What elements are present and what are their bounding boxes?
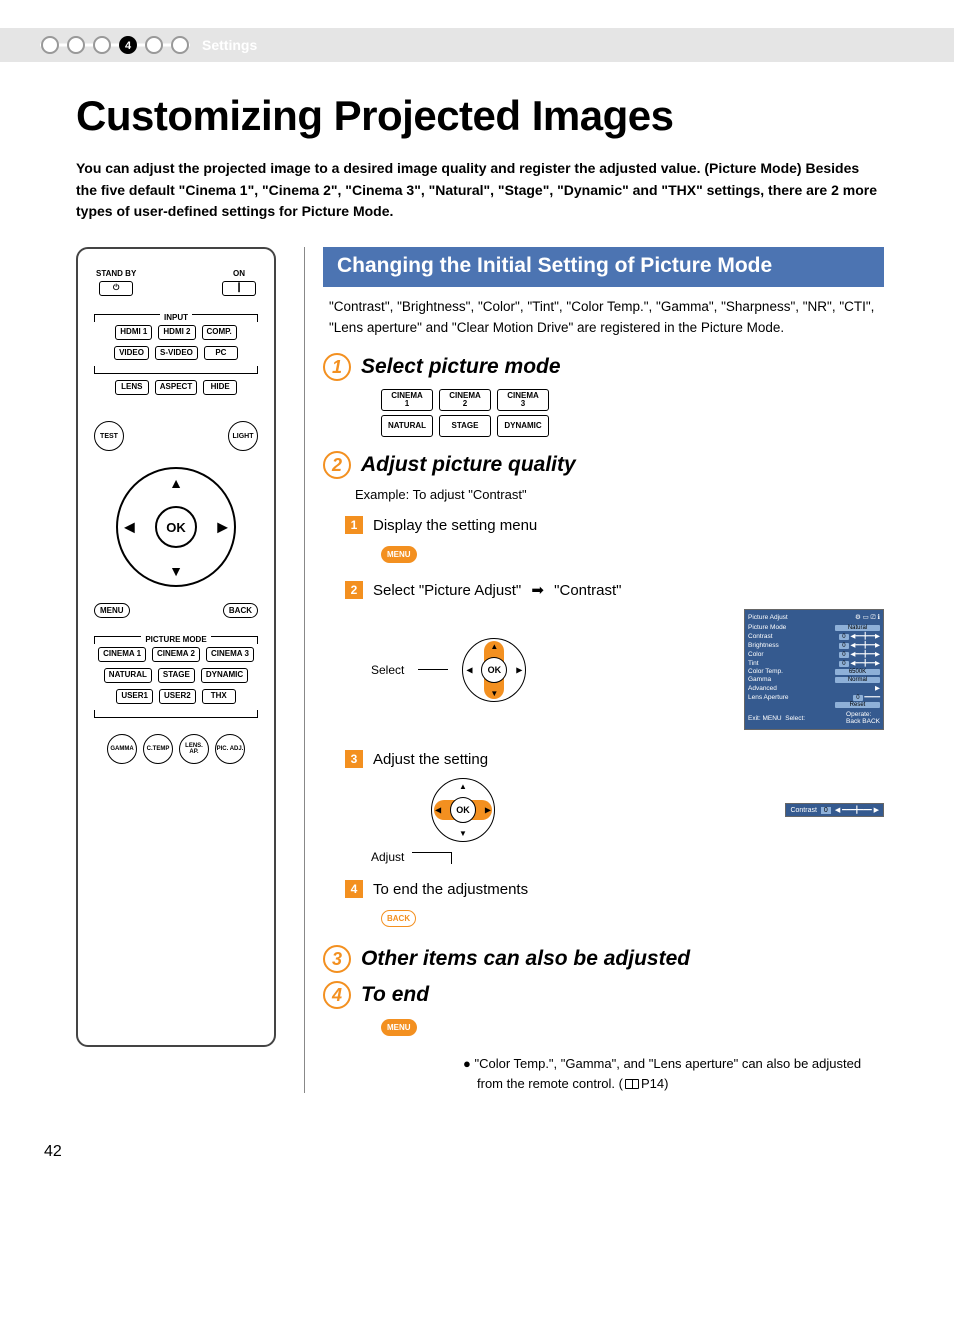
osd-picture-adjust: Picture Adjust⚙ ▭ ⎚ ℹ Picture ModeNatura… xyxy=(744,609,884,730)
mini-dpad-vert: ▲▼◀▶ OK xyxy=(462,638,526,702)
mode-btn-cinema-1: CINEMA1 xyxy=(381,389,433,411)
ok-button: OK xyxy=(155,506,197,548)
section-label: Settings xyxy=(202,37,257,53)
mode-buttons: CINEMA1 CINEMA2 CINEMA3 NATURAL STAGE DYNAMI… xyxy=(381,389,884,437)
substep-3: 3 Adjust the setting xyxy=(345,750,884,768)
mini-dpad-horiz: ▲▼◀▶ OK xyxy=(431,778,495,842)
remote-round-gamma: GAMMA xyxy=(107,734,137,764)
select-label: Select xyxy=(371,663,404,677)
section-heading: Changing the Initial Setting of Picture … xyxy=(323,247,884,287)
right-arrow-icon: ▶ xyxy=(217,519,228,536)
step-2: 2 Adjust picture quality xyxy=(323,451,884,479)
svg-text:4: 4 xyxy=(125,40,132,52)
picture-mode-label: PICTURE MODE xyxy=(141,635,210,644)
chapter-chain-icon: 4 xyxy=(40,35,190,55)
mode-btn-natural: NATURAL xyxy=(381,415,433,437)
menu-button: MENU xyxy=(94,603,130,618)
on-label: ON xyxy=(222,269,256,278)
remote-btn-hide: HIDE xyxy=(203,380,237,395)
mode-btn-dynamic: DYNAMIC xyxy=(497,415,549,437)
substep-3-text: Adjust the setting xyxy=(373,751,488,768)
step-number-3: 3 xyxy=(323,945,351,973)
remote-btn-stage: STAGE xyxy=(158,668,195,683)
test-button: TEST xyxy=(94,421,124,451)
remote-btn-user2: USER2 xyxy=(159,689,196,704)
remote-round-pic-adj-: PIC. ADJ. xyxy=(215,734,245,764)
adjust-label: Adjust xyxy=(371,850,404,864)
osd-row-tint: Tint0 ◀━━╋━━▶ xyxy=(748,659,880,667)
menu-badge: MENU xyxy=(381,1019,417,1036)
remote-round-lens-ap-: LENS. AP. xyxy=(179,734,209,764)
standby-label: STAND BY xyxy=(96,269,136,278)
remote-btn-s-video: S-VIDEO xyxy=(155,346,198,361)
back-button: BACK xyxy=(223,603,258,618)
remote-btn-natural: NATURAL xyxy=(104,668,152,683)
substep-4: 4 To end the adjustments xyxy=(345,880,884,898)
osd-contrast-bar: Contrast 0 ◀ ━━━╋━━━ ▶ xyxy=(785,803,884,817)
step-number-1: 1 xyxy=(323,353,351,381)
step-3-title: Other items can also be adjusted xyxy=(361,947,690,971)
remote-btn-user1: USER1 xyxy=(116,689,153,704)
remote-btn-aspect: ASPECT xyxy=(155,380,197,395)
remote-btn-lens: LENS xyxy=(115,380,149,395)
dpad: ▲ ▼ ◀ ▶ OK xyxy=(116,467,236,587)
remote-btn-hdmi-2: HDMI 2 xyxy=(158,325,195,340)
remote-btn-video: VIDEO xyxy=(114,346,149,361)
substep-1: 1 Display the setting menu xyxy=(345,516,884,534)
osd-row-color: Color0 ◀━━╋━━▶ xyxy=(748,650,880,658)
page-title: Customizing Projected Images xyxy=(76,92,884,140)
osd-row-brightness: Brightness0 ◀━━╋━━▶ xyxy=(748,641,880,649)
remote-round-c-temp: C.TEMP xyxy=(143,734,173,764)
step-2-title: Adjust picture quality xyxy=(361,453,576,477)
intro-paragraph: You can adjust the projected image to a … xyxy=(76,158,884,223)
down-arrow-icon: ▼ xyxy=(169,563,183,579)
mode-btn-cinema-2: CINEMA2 xyxy=(439,389,491,411)
remote-btn-comp-: COMP. xyxy=(202,325,237,340)
input-label: INPUT xyxy=(160,313,192,322)
remote-btn-cinema-1: CINEMA 1 xyxy=(98,647,146,662)
step-1: 1 Select picture mode xyxy=(323,353,884,381)
section-lead: "Contrast", "Brightness", "Color", "Tint… xyxy=(329,297,878,339)
page-number: 42 xyxy=(44,1143,954,1161)
right-arrow-icon: ➡ xyxy=(531,581,544,599)
back-badge: BACK xyxy=(381,910,416,927)
remote-btn-hdmi-1: HDMI 1 xyxy=(115,325,152,340)
remote-btn-dynamic: DYNAMIC xyxy=(201,668,248,683)
remote-btn-cinema-2: CINEMA 2 xyxy=(152,647,200,662)
substep-2: 2 Select "Picture Adjust" ➡ "Contrast" xyxy=(345,581,884,599)
step-3: 3 Other items can also be adjusted xyxy=(323,945,884,973)
up-arrow-icon: ▲ xyxy=(169,475,183,491)
left-arrow-icon: ◀ xyxy=(124,519,135,536)
light-button: LIGHT xyxy=(228,421,258,451)
remote-btn-cinema-3: CINEMA 3 xyxy=(206,647,254,662)
breadcrumb-bar: 4 Settings xyxy=(0,28,954,62)
remote-btn-thx: THX xyxy=(202,689,236,704)
footnote: "Color Temp.", "Gamma", and "Lens apertu… xyxy=(463,1054,884,1093)
step-4: 4 To end xyxy=(323,981,884,1009)
step-2-example: Example: To adjust "Contrast" xyxy=(355,487,884,502)
mode-btn-stage: STAGE xyxy=(439,415,491,437)
step-1-title: Select picture mode xyxy=(361,355,561,379)
mode-btn-cinema-3: CINEMA3 xyxy=(497,389,549,411)
osd-row-contrast: Contrast0 ◀━━╋━━▶ xyxy=(748,632,880,640)
on-button: ┃ xyxy=(222,281,256,296)
substep-1-text: Display the setting menu xyxy=(373,517,537,534)
step-4-title: To end xyxy=(361,983,429,1007)
remote-btn-pc: PC xyxy=(204,346,238,361)
book-icon xyxy=(625,1079,639,1089)
remote-control-illustration: STAND BY ⏻ ON ┃ INPUT HDMI 1HDMI 2COMP. … xyxy=(76,247,276,1047)
substep-2-text: Select "Picture Adjust" ➡ "Contrast" xyxy=(373,581,622,599)
menu-badge: MENU xyxy=(381,546,417,563)
standby-button: ⏻ xyxy=(99,281,133,296)
substep-4-text: To end the adjustments xyxy=(373,881,528,898)
step-number-2: 2 xyxy=(323,451,351,479)
step-number-4: 4 xyxy=(323,981,351,1009)
